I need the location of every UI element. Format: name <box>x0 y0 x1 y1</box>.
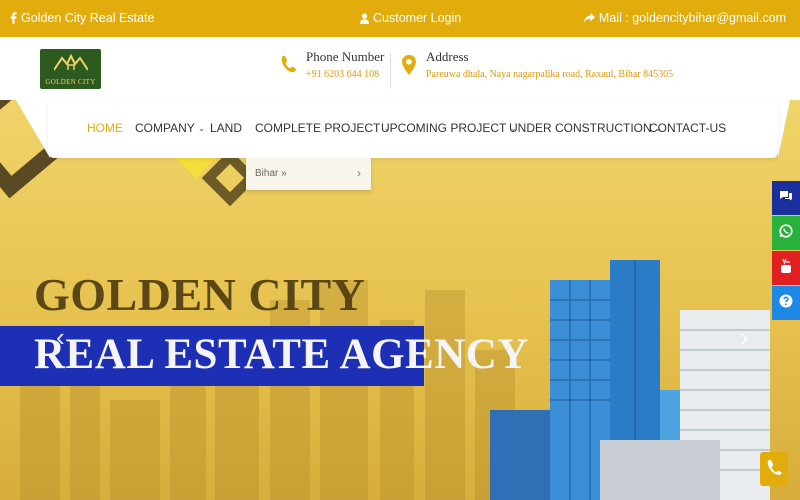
brand-text: Golden City Real Estate <box>21 11 155 25</box>
chat-button[interactable] <box>772 181 800 215</box>
header-divider <box>390 53 391 89</box>
youtube-icon <box>780 258 792 279</box>
phone-block: Phone Number +91 6203 644 108 <box>280 49 384 80</box>
nav-item-home[interactable]: HOME <box>87 121 123 135</box>
map-pin-icon <box>402 49 416 80</box>
call-icon <box>766 459 782 480</box>
main-nav: HOME COMPANY ⌄ LAND COMPLETE PROJECT ⌄ U… <box>48 100 778 158</box>
nav-item-land[interactable]: LAND <box>210 121 242 135</box>
complete-project-dropdown: Bihar » › <box>246 158 371 190</box>
logo-text: GOLDEN CITY <box>45 78 96 86</box>
nav-item-label: COMPANY <box>135 121 195 135</box>
share-icon <box>583 13 595 23</box>
nav-item-label: CONTACT-US <box>649 121 727 135</box>
nav-decor <box>16 100 50 158</box>
logo-mark <box>54 54 88 71</box>
nav-item-contact-us[interactable]: CONTACT-US <box>649 121 726 135</box>
nav-item-label: COMPLETE PROJECT <box>255 121 381 135</box>
help-button[interactable] <box>772 286 800 320</box>
chevron-right-icon: › <box>357 166 361 180</box>
nav-decor <box>778 100 790 158</box>
address-value: Pareuwa dhala, Naya nagarpalika road, Ra… <box>426 69 674 80</box>
customer-login-label: Customer Login <box>373 11 462 25</box>
help-icon <box>779 294 793 313</box>
phone-value[interactable]: +91 6203 644 108 <box>306 69 384 80</box>
hero-headline: GOLDEN CITY <box>34 269 366 320</box>
customer-login-link[interactable]: Customer Login <box>360 11 461 25</box>
nav-item-complete-project[interactable]: COMPLETE PROJECT ⌄ <box>255 121 391 135</box>
whatsapp-icon <box>779 223 793 243</box>
logo[interactable]: GOLDEN CITY <box>40 49 101 89</box>
facebook-link[interactable]: Golden City Real Estate <box>10 11 154 25</box>
address-block: Address Pareuwa dhala, Naya nagarpalika … <box>402 49 673 80</box>
slider-prev-button[interactable]: ‹ <box>56 322 65 353</box>
user-icon <box>360 12 369 24</box>
call-button[interactable] <box>760 452 788 486</box>
dropdown-item-bihar[interactable]: Bihar » <box>255 168 287 179</box>
chat-icon <box>779 189 793 207</box>
nav-item-label: UPCOMING PROJECT <box>381 121 507 135</box>
nav-item-label: HOME <box>87 121 123 135</box>
phone-title: Phone Number <box>306 49 385 64</box>
nav-item-company[interactable]: COMPANY ⌄ <box>135 121 205 135</box>
nav-item-label: LAND <box>210 121 243 135</box>
whatsapp-button[interactable] <box>772 216 800 250</box>
chevron-down-icon: ⌄ <box>197 122 206 133</box>
nav-item-upcoming-project[interactable]: UPCOMING PROJECT ⌄ <box>381 121 517 135</box>
mail-text: Mail : goldencitybihar@gmail.com <box>598 11 786 25</box>
youtube-button[interactable] <box>772 251 800 285</box>
facebook-icon <box>10 12 17 24</box>
mail-link[interactable]: Mail : goldencitybihar@gmail.com <box>583 11 786 25</box>
address-title: Address <box>426 49 469 64</box>
header: GOLDEN CITY Phone Number +91 6203 644 10… <box>0 37 800 100</box>
nav-item-under-construction[interactable]: UNDER CONSTRUCTION ⌄ <box>509 121 662 135</box>
hero-subheadline: REAL ESTATE AGENCY <box>34 331 529 378</box>
slider-next-button[interactable]: › <box>740 322 749 353</box>
nav-item-label: UNDER CONSTRUCTION <box>509 121 652 135</box>
phone-icon <box>280 49 297 80</box>
hero-slider: GOLDEN CITY REAL ESTATE AGENCY ‹ › <box>0 100 800 500</box>
top-bar: Golden City Real Estate Customer Login M… <box>0 0 800 37</box>
